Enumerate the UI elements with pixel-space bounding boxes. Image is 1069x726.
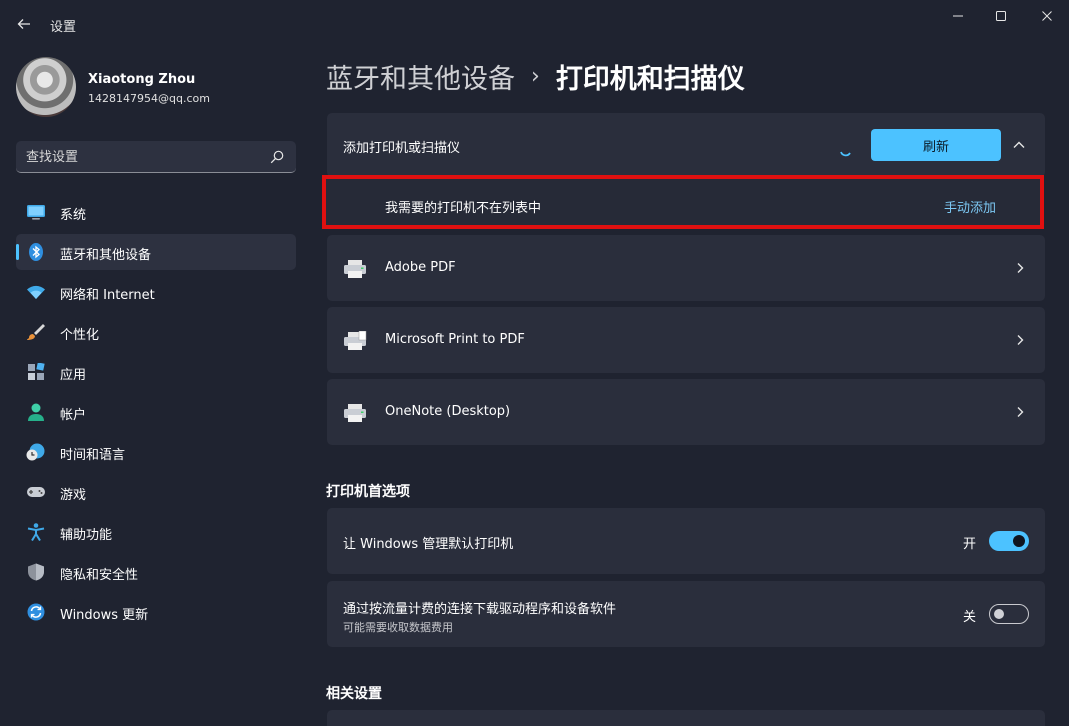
sidebar-item-label: 辅助功能: [60, 528, 113, 543]
close-button[interactable]: [1024, 0, 1069, 32]
setting-label: 让 Windows 管理默认打印机: [343, 537, 514, 552]
sidebar-item-label: 蓝牙和其他设备: [60, 248, 152, 263]
minimize-icon: [953, 15, 963, 17]
toggle-state-label: 开: [963, 537, 977, 552]
sidebar-item-label: 系统: [60, 208, 87, 223]
preferences-heading: 打印机首选项: [326, 484, 410, 500]
manual-add-row: 我需要的打印机不在列表中 手动添加: [325, 177, 1043, 227]
default-printer-toggle[interactable]: [989, 531, 1029, 551]
loading-spinner-icon: [840, 151, 851, 157]
metered-download-toggle[interactable]: [989, 604, 1029, 624]
update-icon: [27, 603, 45, 621]
sidebar-item-label: 游戏: [60, 488, 87, 503]
breadcrumb-parent[interactable]: 蓝牙和其他设备: [326, 57, 515, 96]
sidebar-item-label: 隐私和安全性: [60, 568, 139, 583]
avatar: [16, 57, 76, 117]
printer-icon: [344, 404, 366, 422]
chevron-up-icon[interactable]: [1009, 135, 1029, 155]
minimize-button[interactable]: [935, 0, 981, 32]
search-input[interactable]: [26, 147, 256, 167]
chevron-right-icon: [1017, 335, 1024, 345]
maximize-button[interactable]: [978, 0, 1024, 32]
printer-icon: [344, 331, 367, 350]
sidebar-item-gaming[interactable]: 游戏: [16, 474, 296, 510]
apps-icon: [28, 363, 45, 380]
sidebar-item-label: 个性化: [60, 328, 100, 343]
wifi-icon: [27, 285, 45, 299]
sidebar-item-accounts[interactable]: 帐户: [16, 394, 296, 430]
user-email: 1428147954@qq.com: [88, 92, 210, 105]
breadcrumb-separator: ›: [531, 63, 540, 89]
sidebar-item-label: 帐户: [60, 408, 87, 423]
printer-name: Microsoft Print to PDF: [385, 332, 525, 347]
printer-row[interactable]: OneNote (Desktop): [327, 379, 1045, 445]
printer-not-listed-label: 我需要的打印机不在列表中: [385, 201, 542, 216]
sidebar-item-apps[interactable]: 应用: [16, 354, 296, 390]
page-title: 打印机和扫描仪: [555, 63, 745, 95]
printer-icon: [344, 260, 366, 278]
printer-name: Adobe PDF: [385, 260, 456, 275]
related-settings-heading: 相关设置: [326, 686, 382, 702]
back-arrow-icon: [17, 19, 30, 29]
sidebar-item-personalization[interactable]: 个性化: [16, 314, 296, 350]
chevron-right-icon: [1017, 263, 1024, 273]
sidebar-item-network[interactable]: 网络和 Internet: [16, 274, 296, 310]
user-profile[interactable]: Xiaotong Zhou 1428147954@qq.com: [16, 56, 296, 118]
shield-icon: [28, 563, 44, 581]
brush-icon: [27, 324, 45, 340]
chevron-right-icon: [1017, 407, 1024, 417]
sidebar-item-windows-update[interactable]: Windows 更新: [16, 594, 296, 630]
sidebar-item-accessibility[interactable]: 辅助功能: [16, 514, 296, 550]
sidebar-item-privacy[interactable]: 隐私和安全性: [16, 554, 296, 590]
gamepad-icon: [27, 487, 45, 497]
add-printer-title: 添加打印机或扫描仪: [343, 141, 461, 156]
sidebar-item-time-language[interactable]: 时间和语言: [16, 434, 296, 470]
globe-clock-icon: [26, 443, 45, 461]
monitor-icon: [27, 205, 45, 220]
search-box[interactable]: [16, 141, 296, 173]
sidebar-item-bluetooth[interactable]: 蓝牙和其他设备: [16, 234, 296, 270]
sidebar-item-label: 网络和 Internet: [60, 288, 155, 303]
add-printer-card: 添加打印机或扫描仪 刷新: [327, 113, 1045, 177]
sidebar-item-label: Windows 更新: [60, 608, 149, 623]
toggle-state-label: 关: [963, 610, 977, 625]
maximize-icon: [996, 11, 1006, 21]
person-icon: [28, 403, 44, 421]
sidebar-item-label: 时间和语言: [60, 448, 126, 463]
setting-sublabel: 可能需要收取数据费用: [343, 621, 453, 634]
refresh-button[interactable]: 刷新: [871, 129, 1001, 161]
manual-add-link[interactable]: 手动添加: [944, 197, 996, 216]
search-icon[interactable]: [270, 150, 284, 164]
metered-download-setting: 通过按流量计费的连接下载驱动程序和设备软件 可能需要收取数据费用 关: [327, 581, 1045, 647]
default-printer-setting: 让 Windows 管理默认打印机 开: [327, 508, 1045, 574]
user-name: Xiaotong Zhou: [88, 72, 196, 87]
sidebar-item-system[interactable]: 系统: [16, 194, 296, 230]
app-title: 设置: [50, 20, 77, 35]
printer-row[interactable]: Adobe PDF: [327, 235, 1045, 301]
setting-label: 通过按流量计费的连接下载驱动程序和设备软件: [343, 602, 617, 617]
close-icon: [1042, 11, 1052, 21]
printer-row[interactable]: Microsoft Print to PDF: [327, 307, 1045, 373]
breadcrumb: 蓝牙和其他设备 › 打印机和扫描仪: [326, 56, 745, 96]
accessibility-icon: [27, 523, 45, 541]
printer-name: OneNote (Desktop): [385, 404, 511, 419]
sidebar-item-label: 应用: [60, 368, 87, 383]
bluetooth-icon: [29, 243, 43, 261]
title-bar: 设置: [0, 0, 1069, 48]
related-settings-card[interactable]: [327, 710, 1045, 726]
sidebar-nav: 系统 蓝牙和其他设备 网络和 Internet 个性化 应用 帐户 时间和语言 …: [16, 194, 296, 634]
back-button[interactable]: [10, 10, 38, 38]
